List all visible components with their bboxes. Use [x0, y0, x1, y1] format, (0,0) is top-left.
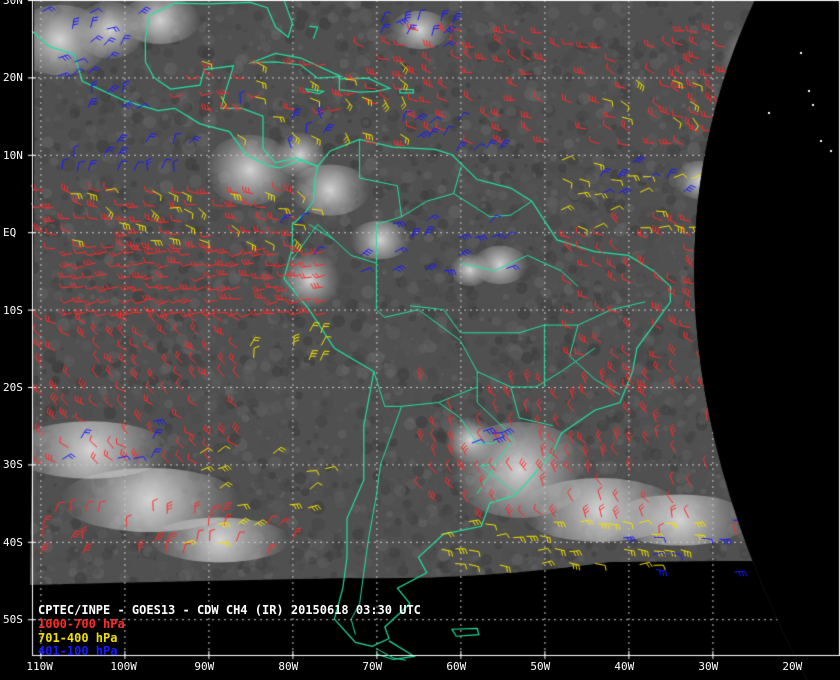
lon-label: 50W: [530, 660, 551, 673]
map-title: CPTEC/INPE - GOES13 - CDW CH4 (IR) 20150…: [38, 603, 421, 617]
lat-label: 40S: [3, 535, 23, 549]
lon-label: 20W: [782, 660, 803, 673]
lon-label: 70W: [362, 660, 383, 673]
lon-label: 110W: [26, 660, 53, 673]
lon-label: 80W: [278, 660, 299, 673]
legend-mid-level: 701-400 hPa: [38, 631, 118, 645]
lat-label: 30N: [3, 0, 23, 7]
lon-label: 40W: [614, 660, 635, 673]
lat-label: 30S: [3, 458, 23, 472]
lat-label: EQ: [3, 226, 17, 240]
lat-label: 20S: [3, 381, 23, 394]
legend-high-level: 401-100 hPa: [38, 644, 118, 658]
lat-label: 10S: [3, 303, 23, 317]
lon-label: 60W: [446, 660, 467, 673]
lat-label: 20N: [3, 71, 23, 85]
lat-label: 50S: [3, 613, 23, 627]
legend-low-level: 1000-700 hPa: [38, 617, 125, 631]
lat-label: 10N: [3, 148, 23, 162]
satellite-wind-map: [0, 0, 840, 680]
lon-label: 90W: [194, 660, 215, 673]
lon-label: 100W: [110, 660, 137, 673]
lon-label: 30W: [698, 660, 719, 673]
